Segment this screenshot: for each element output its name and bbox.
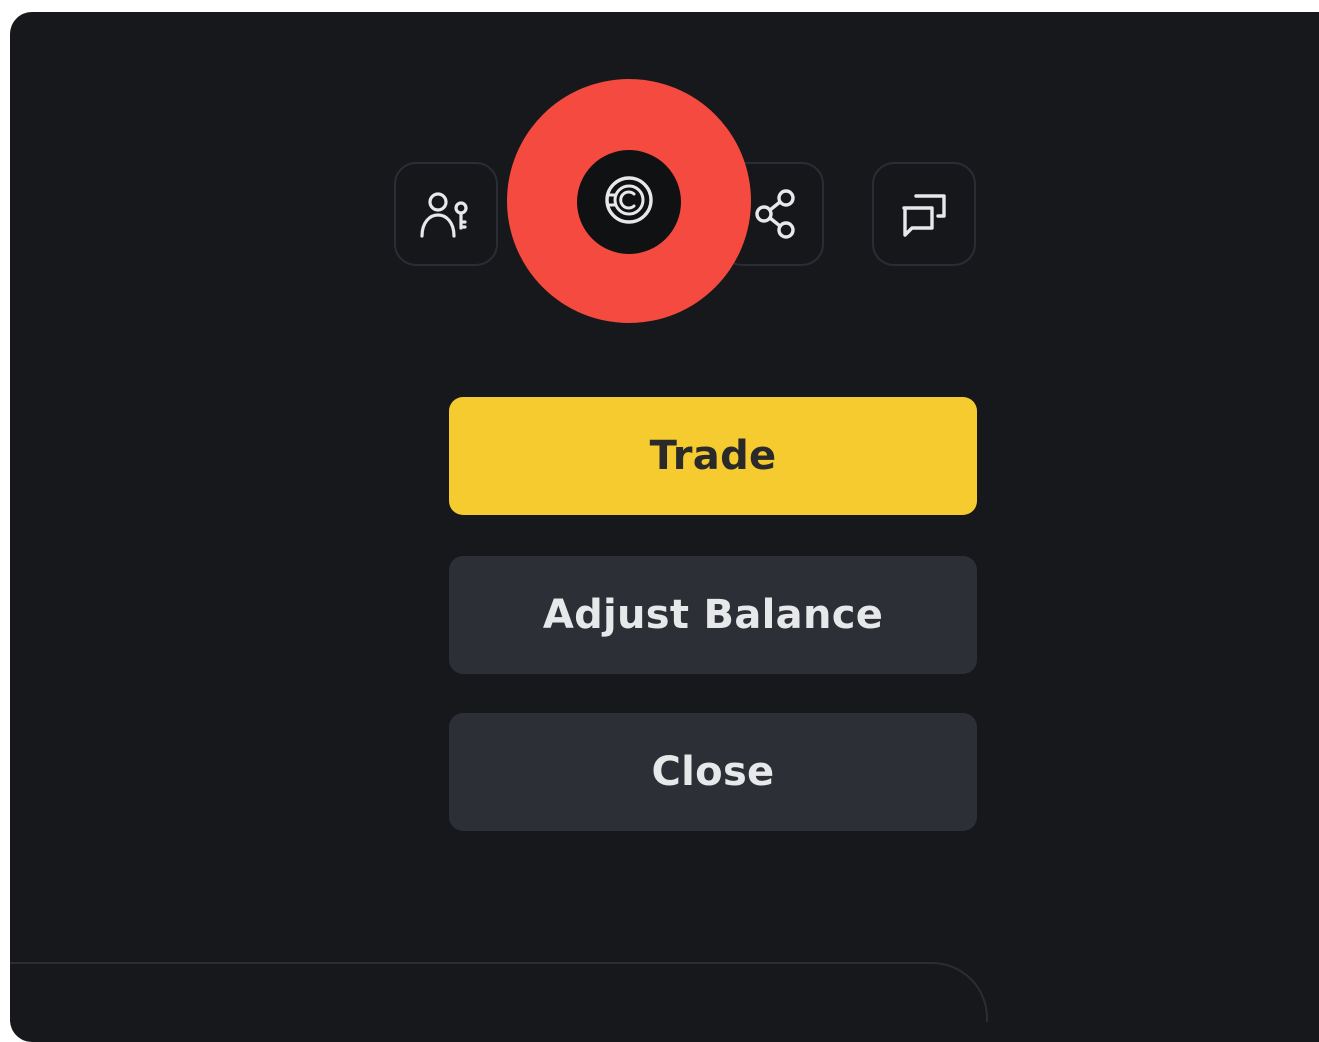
close-button-label: Close — [651, 749, 775, 795]
adjust-balance-button-label: Adjust Balance — [542, 592, 884, 638]
trade-button[interactable]: Trade — [449, 397, 977, 515]
chat-windows-icon — [894, 184, 954, 244]
adjust-balance-button[interactable]: Adjust Balance — [449, 556, 977, 674]
bot-actions-panel: Trade Adjust Balance Close — [10, 12, 1319, 1042]
coin-button[interactable] — [577, 150, 681, 254]
trade-button-label: Trade — [649, 433, 777, 479]
coin-icon — [594, 165, 664, 239]
copy-trading-icon — [416, 184, 476, 244]
copy-trading-button[interactable] — [394, 162, 498, 266]
close-button[interactable]: Close — [449, 713, 977, 831]
chat-windows-button[interactable] — [872, 162, 976, 266]
share-icon — [742, 184, 802, 244]
bottom-card — [10, 962, 988, 1022]
